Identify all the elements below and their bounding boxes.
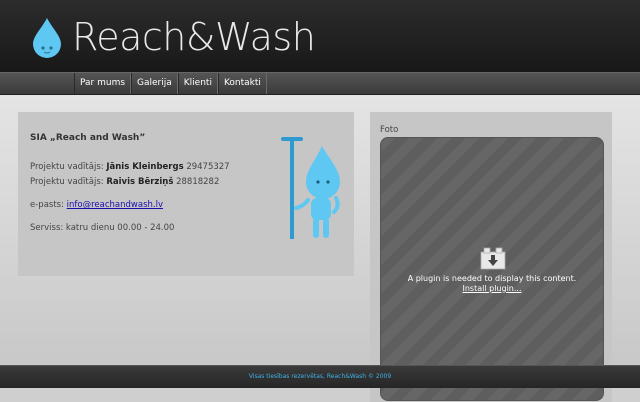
manager-label: Projektu vadītājs:	[30, 162, 104, 172]
manager-name: Raivis Bērziņš	[106, 177, 174, 187]
photo-label: Foto	[380, 125, 399, 135]
manager-name: Jānis Kleinbergs	[106, 162, 184, 172]
service-hours: Serviss: katru dienu 00.00 - 24.00	[30, 223, 175, 233]
manager-line-2: Projektu vadītājs: Raivis Bērziņš 288182…	[30, 177, 219, 187]
manager-phone: 29475327	[186, 162, 230, 172]
photo-panel: Foto A plugin is needed to display this …	[370, 112, 612, 402]
company-name: SIA „Reach and Wash”	[30, 133, 146, 143]
site-header: Reach&Wash	[0, 0, 640, 72]
nav-item-par-mums[interactable]: Par mums	[74, 73, 132, 94]
copyright-text: Visas tiesības rezervētas, Reach&Wash © …	[248, 373, 392, 380]
email-label: e-pasts:	[30, 200, 64, 210]
water-drop-icon	[33, 18, 61, 58]
nav-item-klienti[interactable]: Klienti	[177, 73, 218, 94]
manager-line-1: Projektu vadītājs: Jānis Kleinbergs 2947…	[30, 162, 230, 172]
manager-phone: 28818282	[176, 177, 220, 187]
email-link[interactable]: info@reachandwash.lv	[67, 200, 163, 210]
nav-item-galerija[interactable]: Galerija	[131, 73, 178, 94]
main-nav: Par mums Galerija Klienti Kontakti	[0, 72, 640, 95]
plugin-message: A plugin is needed to display this conte…	[407, 274, 577, 283]
plugin-download-icon	[480, 247, 506, 270]
plugin-placeholder[interactable]: A plugin is needed to display this conte…	[380, 137, 604, 401]
email-line: e-pasts: info@reachandwash.lv	[30, 200, 163, 210]
manager-label: Projektu vadītājs:	[30, 177, 104, 187]
site-logo-text[interactable]: Reach&Wash	[72, 14, 316, 60]
site-footer: Visas tiesības rezervētas, Reach&Wash © …	[0, 365, 640, 388]
install-plugin-link[interactable]: Install plugin...	[381, 284, 603, 293]
contact-info-panel: SIA „Reach and Wash” Projektu vadītājs: …	[18, 112, 354, 276]
nav-item-kontakti[interactable]: Kontakti	[217, 73, 267, 94]
water-drop-mascot	[281, 137, 340, 239]
